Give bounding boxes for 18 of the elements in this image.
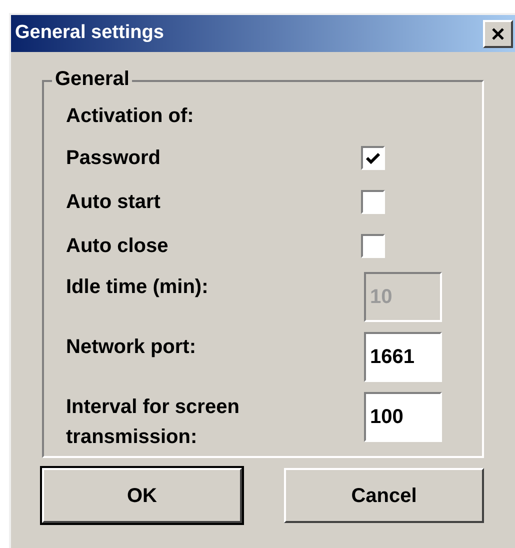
- field-label: Idle time (min):: [66, 275, 210, 300]
- close-button[interactable]: [483, 20, 513, 48]
- checkbox-label: Password: [66, 146, 160, 171]
- input-field[interactable]: 1661: [364, 332, 442, 382]
- checkbox[interactable]: [361, 190, 385, 214]
- window-title: General settings: [15, 21, 164, 46]
- input-field[interactable]: 100: [364, 392, 442, 442]
- checkbox[interactable]: [361, 234, 385, 258]
- checkbox[interactable]: [361, 146, 385, 170]
- field-label: Interval for screen transmission:: [66, 395, 240, 450]
- field-label: Network port:: [66, 335, 197, 360]
- dialog-button[interactable]: OK: [42, 468, 242, 523]
- close-icon: [491, 26, 505, 40]
- check-icon: [366, 152, 380, 164]
- dialog-button[interactable]: Cancel: [284, 468, 484, 523]
- checkbox-label: Auto start: [66, 190, 160, 215]
- section-heading: Activation of:: [66, 104, 194, 129]
- checkbox-label: Auto close: [66, 234, 168, 259]
